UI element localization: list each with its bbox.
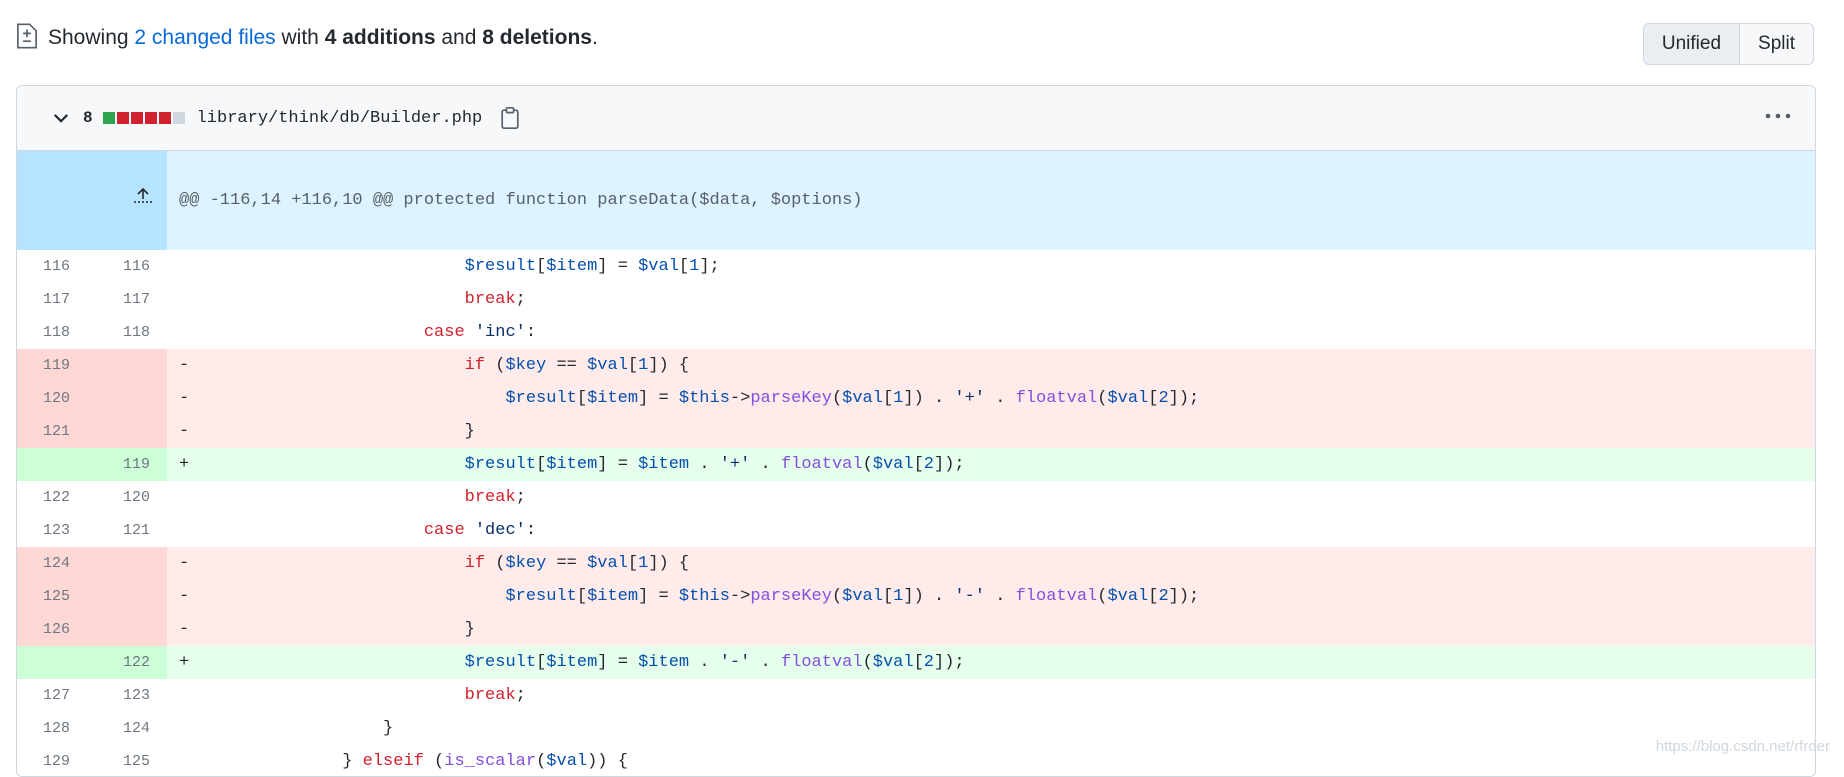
line-code: + $result[$item] = $item . '-' . floatva… [167,646,1815,679]
diffstat-block [144,112,157,124]
changed-files-link[interactable]: 2 changed files [134,26,275,50]
line-code: - $result[$item] = $this->parseKey($val[… [167,580,1815,613]
hunk-header: @@ -116,14 +116,10 @@ protected function… [167,151,1815,250]
split-view-button[interactable]: Split [1740,24,1813,64]
old-line-number[interactable]: 124 [17,547,92,580]
deletions-count: 8 deletions [482,26,592,49]
diff-line: 127 123 break; [17,679,1815,712]
diff-line: 120 - $result[$item] = $this->parseKey($v… [17,382,1815,415]
file-header: 8 library/think/db/Builder.php [17,86,1815,151]
chevron-down-icon[interactable] [51,108,71,128]
line-code: - } [167,613,1815,646]
file-diff-icon [17,23,37,49]
summary-with: with [275,26,325,49]
line-code: + $result[$item] = $item . '+' . floatva… [167,448,1815,481]
line-code: - if ($key == $val[1]) { [167,349,1815,382]
diffstat [102,112,185,124]
old-line-number[interactable]: 119 [17,349,92,382]
line-code: break; [464,488,526,507]
diff-line: 125 - $result[$item] = $this->parseKey($v… [17,580,1815,613]
new-line-number[interactable]: 121 [92,514,167,547]
new-line-number[interactable] [92,415,167,448]
change-count: 8 [83,109,93,127]
line-code: } elseif (is_scalar($val)) { [179,752,628,771]
diff-line: 124 - if ($key == $val[1]) { [17,547,1815,580]
old-line-number[interactable]: 123 [17,514,92,547]
line-code: - $result[$item] = $this->parseKey($val[… [167,382,1815,415]
diffstat-block [158,112,171,124]
old-line-number[interactable]: 128 [17,712,92,745]
new-line-number[interactable]: 125 [92,745,167,776]
line-code: $result[$item] = $val[1]; [464,257,720,276]
summary-prefix: Showing [48,26,135,49]
old-line-number[interactable] [17,646,92,679]
new-line-number[interactable] [92,547,167,580]
diffstat-block [130,112,143,124]
diff-line: 121 - } [17,415,1815,448]
unified-view-button[interactable]: Unified [1643,24,1741,64]
diff-line: 122 120 break; [17,481,1815,514]
new-line-number[interactable] [92,580,167,613]
hunk-header-row: @@ -116,14 +116,10 @@ protected function… [17,151,1815,250]
new-line-number[interactable]: 117 [92,283,167,316]
diff-line: 117 117 break; [17,283,1815,316]
diff-line: 126 - } [17,613,1815,646]
diff-line: 123 121 case 'dec': [17,514,1815,547]
diff-line: 116 116 $result[$item] = $val[1]; [17,250,1815,283]
clipboard-icon[interactable] [500,106,520,130]
summary-suffix: . [591,26,598,49]
new-line-number[interactable]: 116 [92,250,167,283]
old-line-number[interactable]: 121 [17,415,92,448]
old-line-number[interactable]: 118 [17,316,92,349]
diff-summary: Showing 2 changed files with 4 additions… [16,23,598,50]
line-code: case 'dec': [423,521,537,540]
old-line-number[interactable]: 126 [17,613,92,646]
diff-view-toggle: Unified Split [1642,23,1814,65]
diffstat-block [102,112,115,124]
kebab-menu-icon[interactable] [1763,106,1793,126]
diff-table: @@ -116,14 +116,10 @@ protected function… [17,151,1815,776]
summary-and: and [435,26,483,49]
old-line-number[interactable]: 125 [17,580,92,613]
diff-line: 128 124 } [17,712,1815,745]
new-line-number[interactable]: 124 [92,712,167,745]
diff-line: 118 118 case 'inc': [17,316,1815,349]
old-line-number[interactable]: 117 [17,283,92,316]
new-line-number[interactable]: 123 [92,679,167,712]
watermark: https://blog.csdn.net/rfrder [1655,738,1830,755]
old-line-number[interactable]: 127 [17,679,92,712]
diffstat-block [116,112,129,124]
diff-toolbar: Showing 2 changed files with 4 additions… [16,18,1814,66]
diff-line: 119 - if ($key == $val[1]) { [17,349,1815,382]
new-line-number[interactable] [92,349,167,382]
old-line-number[interactable]: 129 [17,745,92,776]
new-line-number[interactable]: 119 [92,448,167,481]
old-line-number[interactable]: 116 [17,250,92,283]
diff-line: 119 + $result[$item] = $item . '+' . floa… [17,448,1815,481]
file-path[interactable]: library/think/db/Builder.php [197,109,483,128]
line-code: break; [464,290,526,309]
file-diff: 8 library/think/db/Builder.php @@ -116,1… [16,85,1816,777]
new-line-number[interactable]: 122 [92,646,167,679]
additions-count: 4 additions [324,26,436,49]
expand-up-icon[interactable] [17,151,167,250]
old-line-number[interactable]: 120 [17,382,92,415]
new-line-number[interactable] [92,613,167,646]
line-code: - } [167,415,1815,448]
diffstat-block [172,112,185,124]
line-code: break; [464,686,526,705]
new-line-number[interactable]: 118 [92,316,167,349]
old-line-number[interactable] [17,448,92,481]
line-code: } [179,719,394,738]
new-line-number[interactable]: 120 [92,481,167,514]
line-code: case 'inc': [423,323,537,342]
old-line-number[interactable]: 122 [17,481,92,514]
diff-line: 129 125 } elseif (is_scalar($val)) { [17,745,1815,776]
diff-line: 122 + $result[$item] = $item . '-' . floa… [17,646,1815,679]
line-code: - if ($key == $val[1]) { [167,547,1815,580]
new-line-number[interactable] [92,382,167,415]
